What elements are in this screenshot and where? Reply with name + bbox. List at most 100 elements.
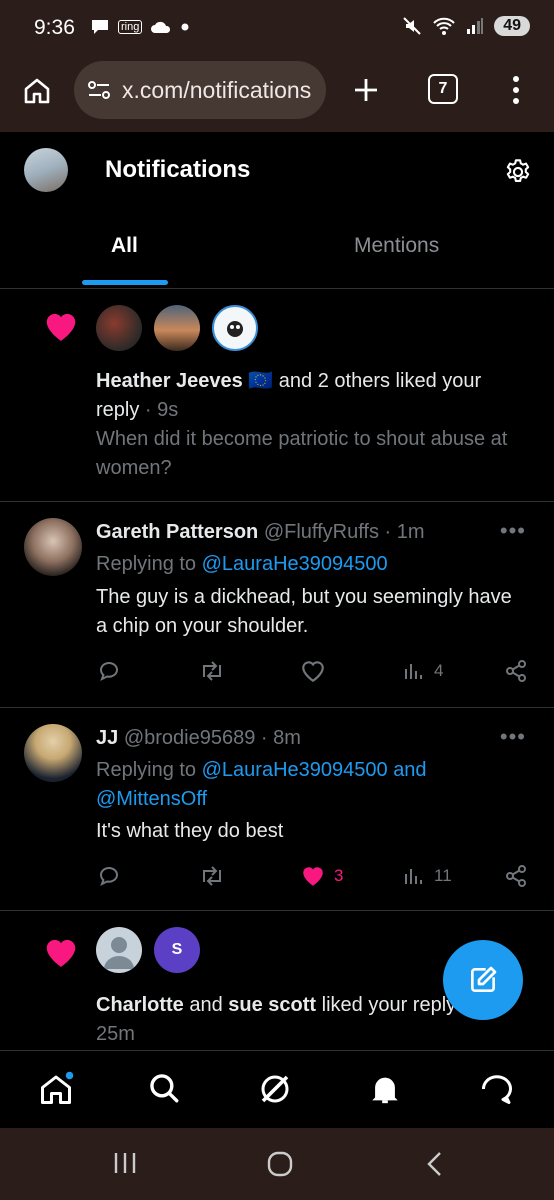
quoted-reply[interactable]: When did it become patriotic to shout ab…: [96, 425, 516, 483]
avatar[interactable]: [212, 305, 258, 351]
more-options-icon[interactable]: •••: [500, 518, 526, 544]
message-bubble-icon: [481, 1075, 512, 1104]
nav-home[interactable]: [38, 1071, 74, 1112]
home-icon[interactable]: [22, 76, 52, 106]
new-tab-icon[interactable]: [352, 76, 380, 104]
replying-prefix: Replying to: [96, 553, 202, 575]
notification-text: liked your reply: [316, 994, 457, 1016]
conjunction: and: [183, 994, 229, 1016]
reply-tweet[interactable]: Gareth Patterson @FluffyRuffs · 1m ••• R…: [0, 502, 554, 708]
views-button[interactable]: 4: [402, 659, 443, 683]
browser-menu-icon[interactable]: [508, 74, 524, 106]
reply-tweet[interactable]: JJ @brodie95689 · 8m ••• Replying to @La…: [0, 708, 554, 911]
recent-apps-icon[interactable]: [112, 1150, 138, 1176]
repost-button[interactable]: [198, 864, 226, 888]
eu-flag: 🇪🇺: [248, 370, 274, 392]
tab-all[interactable]: All: [111, 234, 138, 258]
reply-icon: [99, 662, 119, 681]
profile-avatar[interactable]: [24, 148, 68, 192]
nav-messages[interactable]: [479, 1071, 515, 1112]
repost-icon: [203, 661, 221, 681]
repost-icon: [203, 866, 221, 886]
search-icon: [150, 1074, 179, 1103]
avatar[interactable]: [24, 724, 82, 782]
share-button[interactable]: [504, 659, 528, 683]
cloud-icon: [151, 21, 171, 33]
author-name[interactable]: JJ: [96, 727, 118, 749]
nav-grok[interactable]: [257, 1071, 293, 1112]
status-bar: 9:36 ring 49: [0, 0, 554, 56]
compose-post-button[interactable]: [443, 940, 523, 1020]
compose-icon: [471, 966, 497, 992]
more-options-icon[interactable]: •••: [500, 724, 526, 750]
share-icon: [506, 865, 526, 887]
notification-like[interactable]: Heather Jeeves 🇪🇺 and 2 others liked you…: [0, 289, 554, 502]
status-system-icons: 49: [402, 16, 530, 36]
avatar-letter: S: [171, 941, 183, 958]
tweet-actions: 3 11: [96, 864, 532, 894]
view-count: 11: [434, 866, 452, 885]
author-handle[interactable]: @FluffyRuffs: [264, 521, 379, 543]
replying-to-link[interactable]: @LauraHe39094500: [202, 553, 388, 575]
avatar[interactable]: [96, 305, 142, 351]
person-icon: [104, 937, 134, 969]
tweet-actions: 4: [96, 659, 532, 689]
nav-search[interactable]: [147, 1071, 181, 1110]
heart-outline-icon: [302, 661, 324, 683]
notifications-header: Notifications All Mentions: [0, 132, 554, 289]
home-icon: [41, 1071, 74, 1104]
site-settings-icon[interactable]: [87, 80, 111, 100]
badge-logo-icon: [227, 321, 243, 337]
reply-icon: [99, 867, 119, 886]
mute-icon: [403, 17, 421, 35]
home-circle-icon[interactable]: [266, 1150, 294, 1178]
browser-toolbar: x.com/notifications 7: [0, 56, 554, 132]
analytics-icon: [405, 664, 422, 679]
tweet-text: The guy is a dickhead, but you seemingly…: [96, 586, 512, 637]
timestamp: · 9s: [139, 399, 179, 421]
views-button[interactable]: 11: [402, 864, 452, 888]
actor-name[interactable]: Charlotte: [96, 994, 184, 1016]
default-avatar[interactable]: [96, 927, 142, 973]
settings-gear-icon[interactable]: [504, 158, 532, 186]
like-button[interactable]: [300, 659, 334, 683]
tab-mentions[interactable]: Mentions: [354, 234, 439, 258]
analytics-icon: [405, 869, 422, 884]
like-button[interactable]: 3: [300, 864, 343, 888]
wifi-icon: [433, 17, 455, 35]
nav-notifications[interactable]: [368, 1071, 402, 1112]
tab-switcher-button[interactable]: 7: [428, 74, 458, 104]
system-navigation-bar: [0, 1128, 554, 1200]
view-count: 4: [434, 661, 444, 680]
ring-icon: ring: [118, 20, 143, 34]
letter-avatar[interactable]: S: [154, 927, 200, 973]
repost-button[interactable]: [198, 659, 226, 683]
dot-icon: [181, 23, 189, 31]
author-name[interactable]: Gareth Patterson: [96, 521, 258, 543]
share-icon: [506, 660, 526, 682]
page-title: Notifications: [105, 156, 251, 183]
liker-avatars: [96, 305, 258, 351]
actor-name[interactable]: Heather Jeeves: [96, 370, 243, 392]
timestamp: 25m: [96, 1023, 135, 1045]
battery-indicator: 49: [494, 16, 530, 36]
share-button[interactable]: [504, 864, 528, 888]
bottom-navigation: [0, 1050, 554, 1129]
avatar[interactable]: [154, 305, 200, 351]
active-tab-indicator: [82, 280, 168, 285]
grok-icon: [261, 1075, 289, 1103]
reply-button[interactable]: [96, 864, 122, 888]
author-handle[interactable]: @brodie95689: [124, 727, 256, 749]
actor-name-2[interactable]: sue scott: [228, 994, 316, 1016]
clock: 9:36: [34, 16, 75, 39]
heart-filled-icon: [303, 867, 323, 886]
liker-avatars: S: [96, 927, 200, 973]
chat-icon: [92, 20, 108, 34]
signal-icon: [467, 18, 484, 34]
back-icon[interactable]: [424, 1150, 446, 1178]
reply-button[interactable]: [96, 659, 122, 683]
like-count: 3: [334, 866, 344, 885]
avatar[interactable]: [24, 518, 82, 576]
address-bar[interactable]: x.com/notifications: [74, 61, 326, 119]
url-text[interactable]: x.com/notifications: [122, 77, 318, 104]
